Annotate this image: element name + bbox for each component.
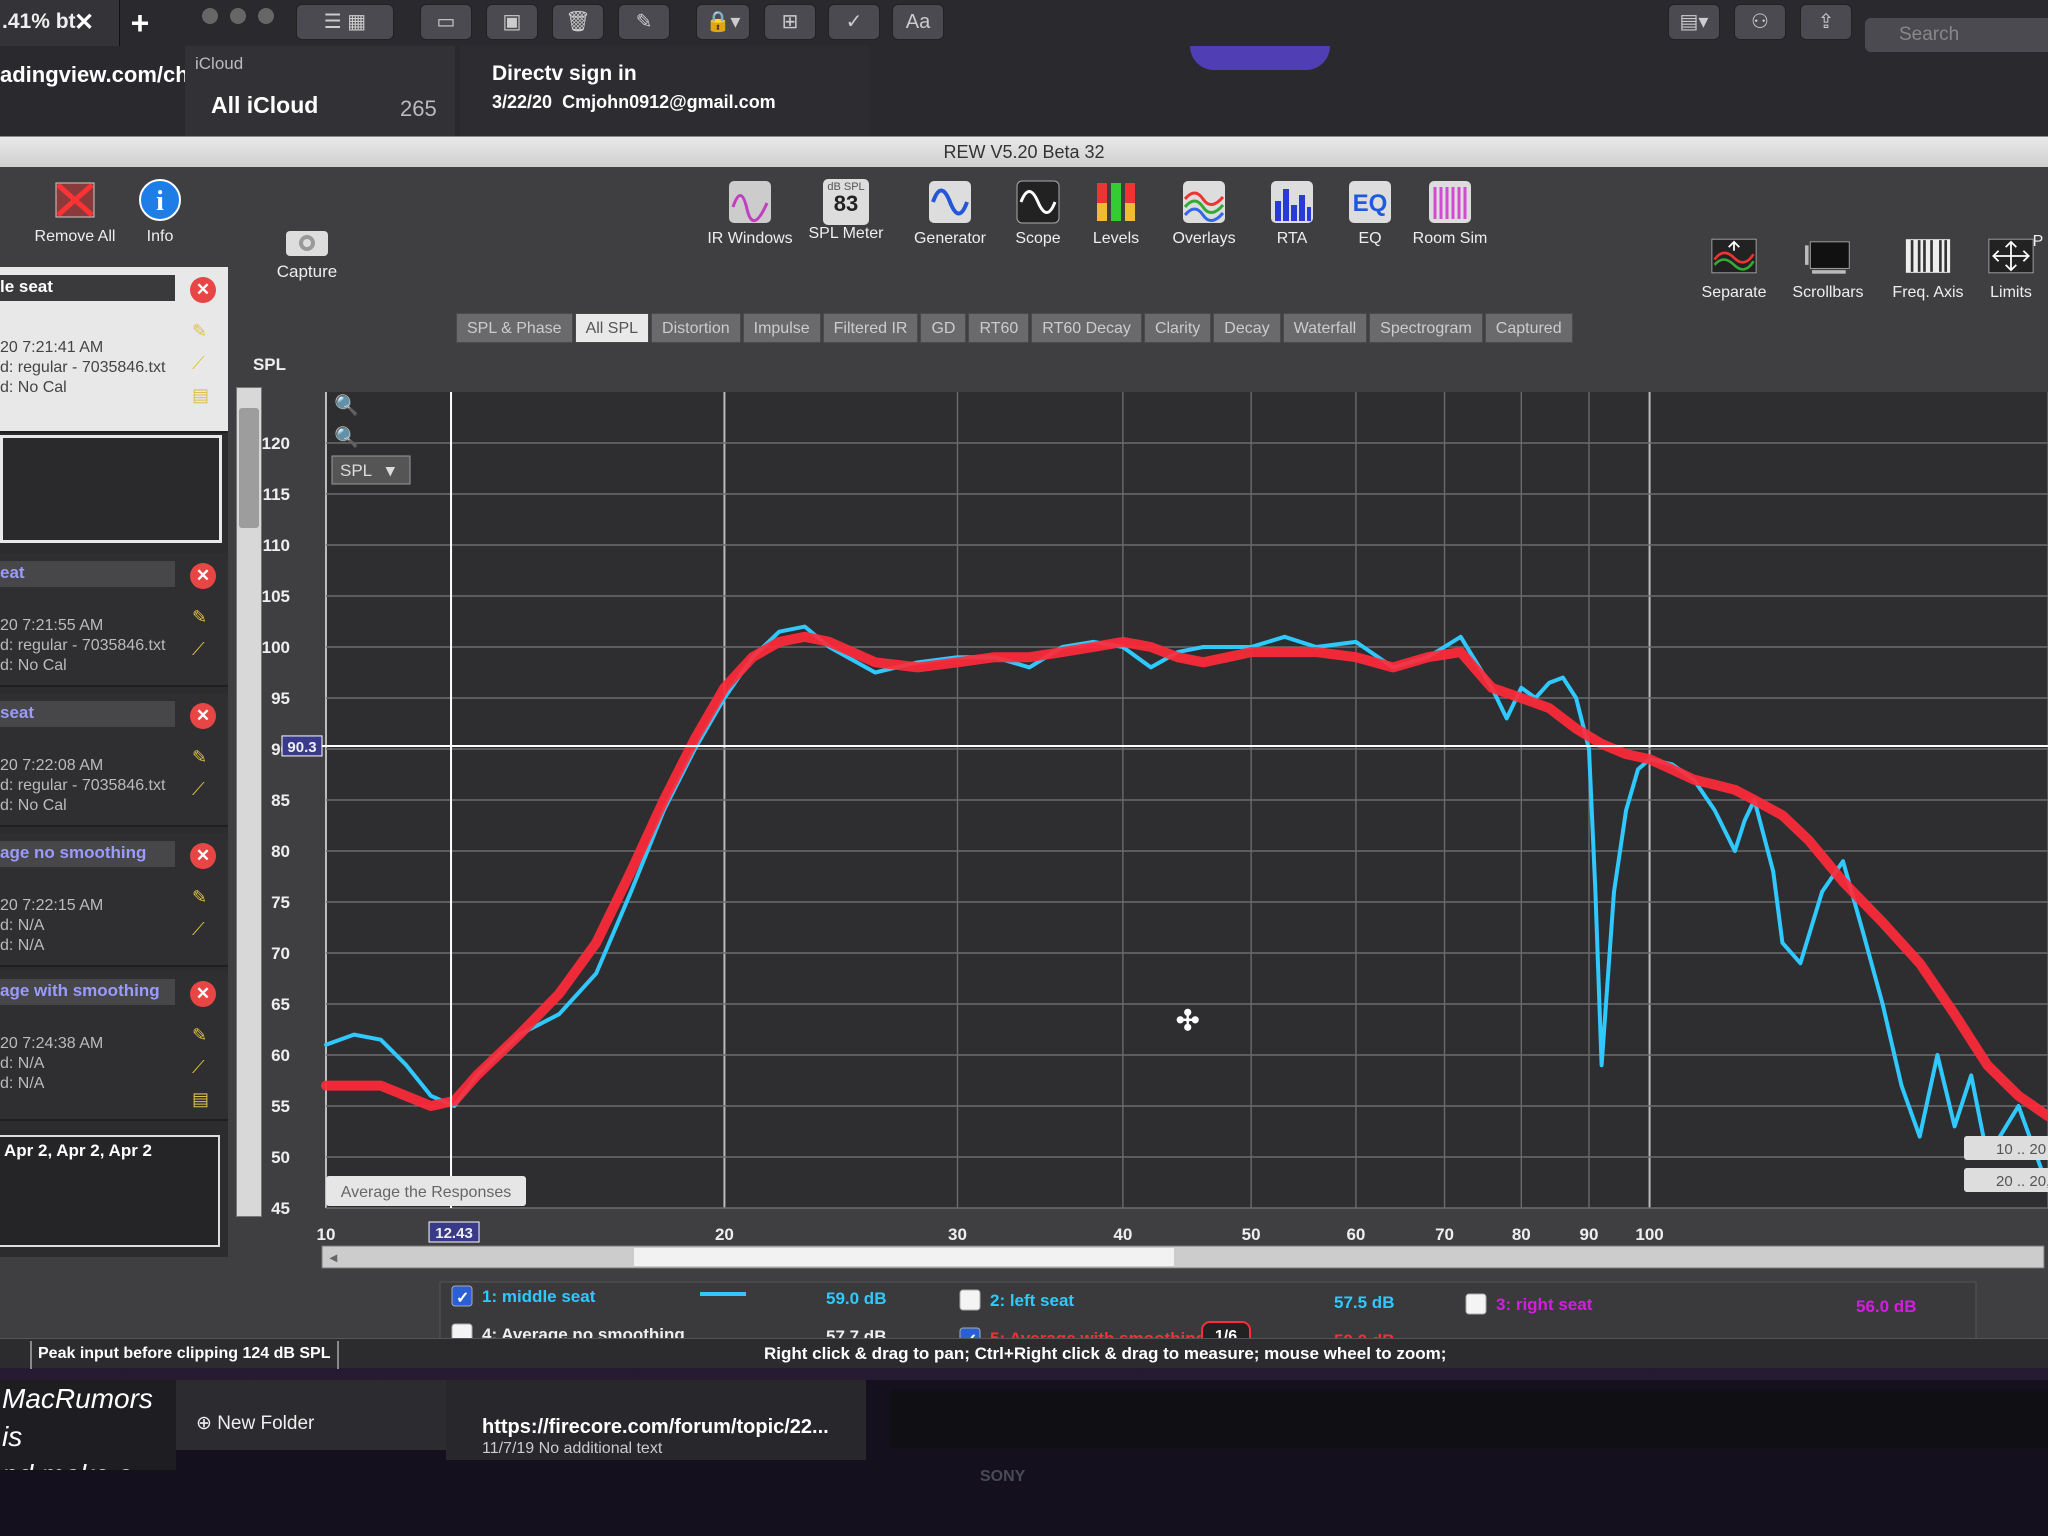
horizontal-scrollbar[interactable] (321, 1245, 2045, 1269)
move-cursor-icon: ✣ (1176, 1005, 1199, 1036)
zoom-out-icon: 🔍 (334, 424, 359, 449)
y-tick-label: 105 (262, 587, 290, 606)
x-tick-label: 90 (1580, 1225, 1599, 1244)
y-tick-label: 70 (271, 944, 290, 963)
y-tick-label: 120 (262, 434, 290, 453)
scroll-left-icon: ◂ (329, 1249, 338, 1265)
average-responses-label: Average the Responses (341, 1184, 511, 1201)
range-label: 10 .. 20 (1996, 1141, 2046, 1158)
y-tick-label: 95 (271, 689, 290, 708)
photo-stage: .41% bt ✕ + adingview.com/chart ☰ ▦ ▭ ▣ … (0, 0, 2048, 1536)
x-tick-label: 50 (1242, 1225, 1261, 1244)
x-tick-label: 80 (1512, 1225, 1531, 1244)
legend-checkbox[interactable] (959, 1289, 981, 1311)
dark-region (890, 1390, 2048, 1448)
x-tick-label: 30 (948, 1225, 967, 1244)
range-label: 20 .. 20,0 (1996, 1173, 2048, 1190)
macrumors-snippet: MacRumors is nd make a pur (0, 1380, 176, 1470)
desktop-background: MacRumors is nd make a pur ⊕ New Folder … (0, 1380, 2048, 1536)
x-tick-label: 70 (1435, 1225, 1454, 1244)
y-tick-label: 100 (262, 638, 290, 657)
y-tick-label: 55 (271, 1097, 290, 1116)
checkmark-icon: ✓ (456, 1290, 469, 1307)
horizontal-scrollbar-thumb[interactable] (634, 1248, 1174, 1266)
peak-input-status: Peak input before clipping 124 dB SPL (30, 1341, 339, 1369)
status-bar: Peak input before clipping 124 dB SPL Ri… (0, 1338, 2048, 1369)
note-url: https://firecore.com/forum/topic/22... (482, 1416, 829, 1438)
x-tick-label: 40 (1113, 1225, 1132, 1244)
x-tick-label: 20 (715, 1225, 734, 1244)
legend-value: 59.0 dB (826, 1289, 886, 1308)
y-tick-label: 45 (271, 1199, 290, 1218)
y-tick-label: 85 (271, 791, 290, 810)
macrumors-line: nd make a pur (2, 1456, 176, 1470)
chevron-down-icon: ▾ (385, 461, 396, 480)
x-tick-label: 10 (317, 1225, 336, 1244)
y-axis-title: SPL (253, 355, 286, 374)
legend-label: 1: middle seat (482, 1287, 596, 1306)
plus-circle-icon: ⊕ (196, 1413, 212, 1434)
spl-graph[interactable]: 120 115 110 105 100 95 90 85 80 75 70 65 60 55 50 45 10 2… (0, 0, 2048, 1360)
y-axis-selector-label: SPL (340, 461, 372, 480)
note-item[interactable]: https://firecore.com/forum/topic/22... 1… (446, 1380, 866, 1460)
y-tick-label: 75 (271, 893, 290, 912)
legend-label: 3: right seat (1496, 1295, 1593, 1314)
note-detail: 11/7/19 No additional text (482, 1440, 663, 1457)
y-tick-label: 80 (271, 842, 290, 861)
tv-brand: SONY (980, 1468, 1026, 1485)
new-folder-button[interactable]: ⊕ New Folder (176, 1380, 446, 1450)
y-tick-label: 60 (271, 1046, 290, 1065)
legend-label: 2: left seat (990, 1291, 1074, 1310)
y-tick-label: 115 (263, 485, 290, 504)
x-tick-label: 100 (1635, 1225, 1663, 1244)
y-tick-label: 110 (263, 536, 290, 555)
cursor-y-label: 90.3 (287, 739, 316, 756)
status-hint: Right click & drag to pan; Ctrl+Right cl… (764, 1344, 1447, 1363)
macrumors-line: MacRumors is (2, 1383, 153, 1452)
legend-value: 56.0 dB (1856, 1297, 1916, 1316)
y-tick-label: 65 (271, 995, 290, 1014)
zoom-in-icon: 🔍 (334, 392, 359, 417)
x-tick-label: 60 (1346, 1225, 1365, 1244)
new-folder-label: New Folder (217, 1413, 315, 1434)
cursor-x-label: 12.43 (435, 1225, 473, 1242)
legend-value: 57.5 dB (1334, 1293, 1394, 1312)
y-tick-label: 50 (271, 1148, 290, 1167)
legend-checkbox[interactable] (1465, 1293, 1487, 1315)
